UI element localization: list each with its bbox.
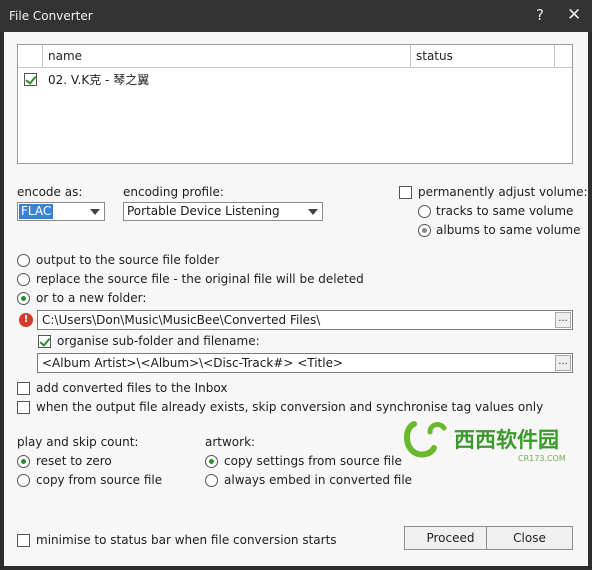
organise-checkbox[interactable]	[38, 335, 51, 348]
list-item-name: 02. V.K克 - 琴之翼	[48, 73, 150, 87]
reset-count-radio[interactable]	[17, 455, 30, 468]
encoding-profile-select[interactable]: Portable Device Listening	[123, 202, 323, 221]
window-title: File Converter	[9, 9, 93, 23]
watermark-text-cn: 西西软件园	[454, 428, 559, 452]
folder-path-field[interactable]: C:\Users\Don\Music\MusicBee\Converted Fi…	[37, 310, 573, 330]
copy-count-label: copy from source file	[36, 473, 163, 487]
file-list[interactable]: name status 02. V.K克 - 琴之翼	[17, 44, 573, 164]
skip-existing-checkbox[interactable]	[17, 401, 30, 414]
skip-existing-label: when the output file already exists, ski…	[36, 400, 544, 414]
reset-count-label: reset to zero	[36, 454, 112, 468]
tracks-same-volume-label: tracks to same volume	[436, 204, 574, 218]
adjust-volume-checkbox[interactable]	[399, 186, 412, 199]
help-icon[interactable]: ?	[536, 6, 544, 24]
albums-same-volume-label: albums to same volume	[436, 223, 581, 237]
artwork-copy-label: copy settings from source file	[224, 454, 402, 468]
folder-path-value: C:\Users\Don\Music\MusicBee\Converted Fi…	[42, 313, 321, 327]
output-source-folder-radio[interactable]	[17, 254, 30, 267]
column-header-name[interactable]: name	[48, 45, 82, 67]
dialog-body: name status 02. V.K克 - 琴之翼 encode as: FL…	[4, 32, 588, 566]
file-converter-window: File Converter ? ✕ name status 02. V.K克 …	[0, 0, 592, 570]
encode-as-label: encode as:	[17, 185, 83, 199]
watermark-logo: 西西软件园 CR173.COM	[404, 421, 566, 463]
output-source-folder-label: output to the source file folder	[36, 253, 220, 267]
filename-template-field[interactable]: <Album Artist>\<Album>\<Disc-Track#> <Ti…	[37, 353, 573, 373]
column-separator	[410, 45, 411, 67]
tracks-same-volume-radio[interactable]	[418, 205, 431, 218]
chevron-down-icon	[90, 209, 100, 215]
replace-source-label: replace the source file - the original f…	[36, 272, 364, 286]
albums-same-volume-radio[interactable]	[418, 224, 431, 237]
title-bar: File Converter ? ✕	[0, 0, 592, 32]
minimise-label: minimise to status bar when file convers…	[36, 533, 337, 547]
column-header-status[interactable]: status	[416, 45, 453, 67]
play-skip-label: play and skip count:	[17, 435, 139, 449]
close-icon[interactable]: ✕	[567, 5, 581, 25]
artwork-embed-radio[interactable]	[205, 474, 218, 487]
add-inbox-label: add converted files to the Inbox	[36, 381, 228, 395]
replace-source-radio[interactable]	[17, 273, 30, 286]
close-button[interactable]: Close	[486, 526, 573, 550]
artwork-embed-label: always embed in converted file	[224, 473, 413, 487]
add-inbox-checkbox[interactable]	[17, 382, 30, 395]
list-header: name status	[18, 45, 572, 68]
artwork-label: artwork:	[205, 435, 256, 449]
list-item-checkbox[interactable]	[24, 73, 37, 86]
chevron-down-icon	[308, 209, 318, 215]
encode-as-select[interactable]: FLAC	[17, 202, 105, 221]
adjust-volume-label: permanently adjust volume:	[418, 185, 588, 199]
proceed-button[interactable]: Proceed	[404, 526, 497, 550]
column-separator	[42, 45, 43, 67]
minimise-checkbox[interactable]	[17, 534, 30, 547]
new-folder-label: or to a new folder:	[36, 291, 147, 305]
watermark-text-en: CR173.COM	[518, 454, 566, 463]
new-folder-radio[interactable]	[17, 292, 30, 305]
filename-template-value: <Album Artist>\<Album>\<Disc-Track#> <Ti…	[42, 356, 344, 370]
column-separator	[554, 45, 555, 67]
encoding-profile-label: encoding profile:	[123, 185, 224, 199]
list-item[interactable]: 02. V.K克 - 琴之翼	[18, 69, 572, 89]
organise-label: organise sub-folder and filename:	[57, 334, 260, 348]
artwork-copy-radio[interactable]	[205, 455, 218, 468]
browse-folder-button[interactable]: ...	[555, 312, 571, 328]
encode-as-value: FLAC	[19, 204, 54, 219]
browse-template-button[interactable]: ...	[555, 355, 571, 371]
warning-icon: !	[19, 313, 33, 327]
encoding-profile-value: Portable Device Listening	[127, 204, 280, 218]
copy-count-radio[interactable]	[17, 474, 30, 487]
